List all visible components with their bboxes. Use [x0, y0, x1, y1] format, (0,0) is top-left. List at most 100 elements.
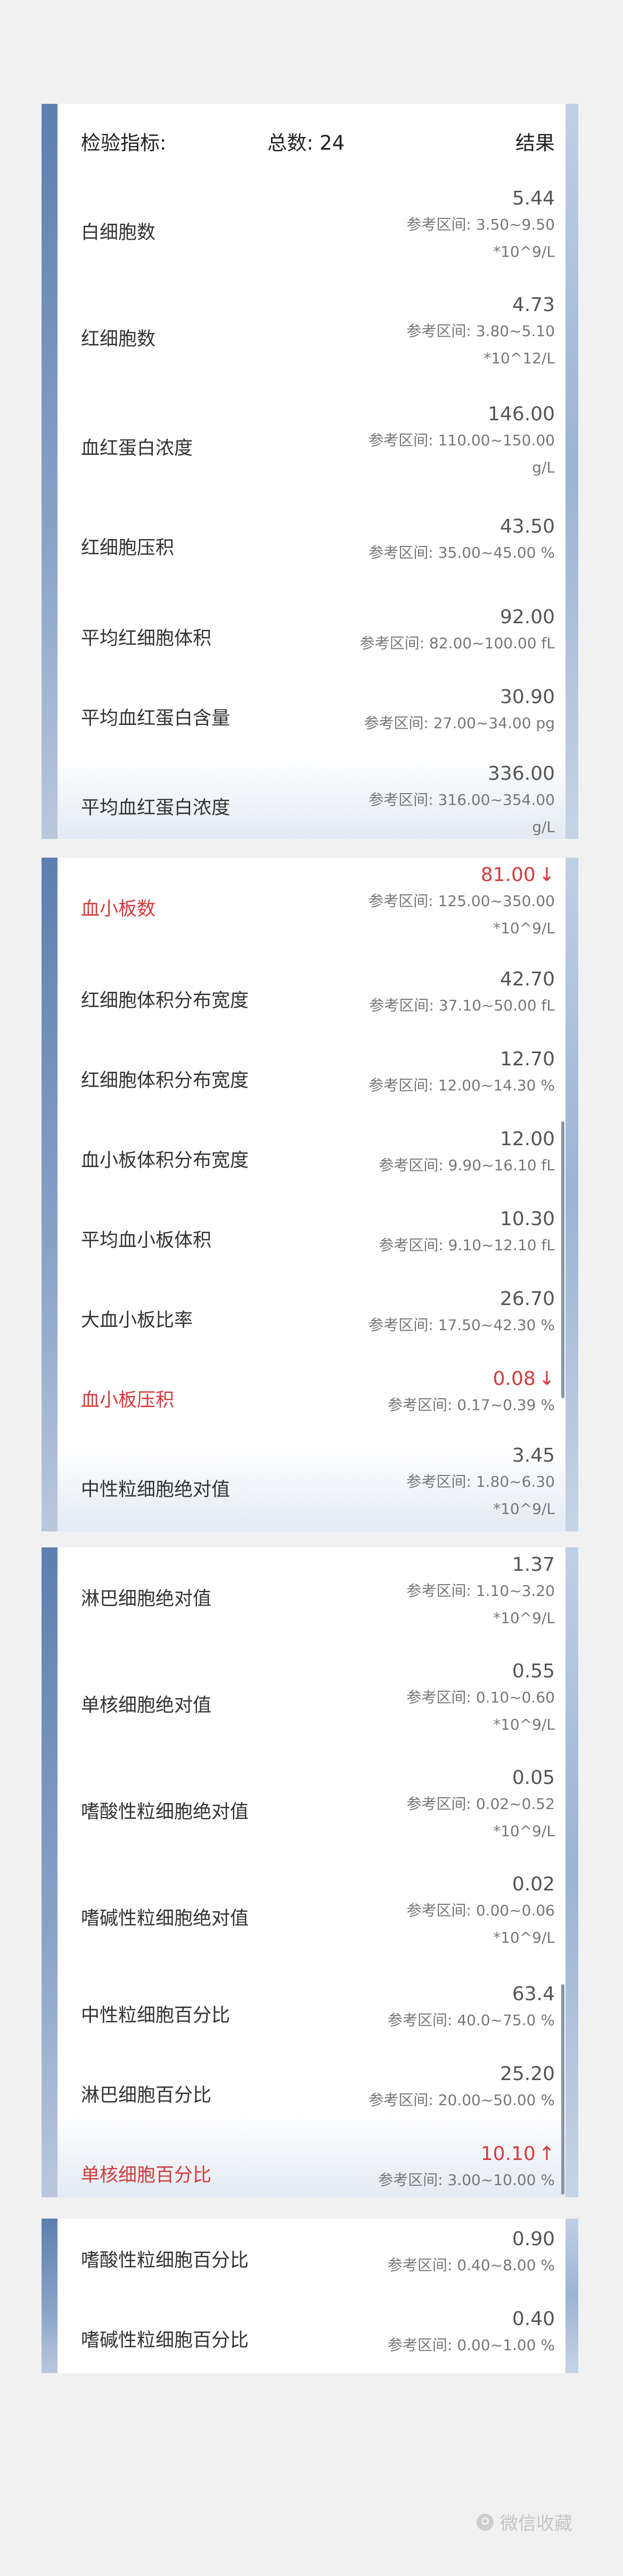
table-row[interactable]: 336.00 参考区间: 316.00~354.00 g/L 平均血红蛋白浓度 — [81, 756, 555, 839]
result-value-text: 12.00 — [499, 1128, 555, 1150]
indicator-name: 血小板体积分布宽度 — [81, 1150, 249, 1171]
table-row[interactable]: 1.37 参考区间: 1.10~3.20 *10^9/L 淋巴细胞绝对值 — [81, 1547, 555, 1654]
reference-range: 参考区间: 35.00~45.00 % — [368, 544, 555, 561]
table-row[interactable]: 0.55 参考区间: 0.10~0.60 *10^9/L 单核细胞绝对值 — [81, 1654, 555, 1760]
result-value-text: 43.50 — [499, 516, 555, 537]
result-header-label: 结果 — [515, 132, 555, 154]
result-value-text: 10.10 — [480, 2143, 536, 2165]
reference-range: 参考区间: 1.80~6.30 — [406, 1473, 555, 1490]
indicator-name: 嗜酸性粒细胞百分比 — [81, 2250, 249, 2271]
table-row[interactable]: 25.20 参考区间: 20.00~50.00 % 淋巴细胞百分比 — [81, 2053, 555, 2133]
unit-label: *10^9/L — [493, 1609, 555, 1627]
result-value-text: 30.90 — [499, 686, 555, 708]
result-value: 5.44 — [512, 188, 555, 209]
indicator-name: 红细胞数 — [81, 329, 156, 350]
table-row[interactable]: 3.45 参考区间: 1.80~6.30 *10^9/L 中性粒细胞绝对值 — [81, 1438, 555, 1531]
unit-label: *10^9/L — [493, 1929, 555, 1946]
reference-range: 参考区间: 17.50~42.30 % — [368, 1316, 555, 1334]
result-value: 10.10 ↑ — [481, 2143, 555, 2165]
result-value: 25.20 — [500, 2063, 555, 2085]
watermark-text: 微信收藏 — [500, 2513, 572, 2534]
table-row[interactable]: 42.70 参考区间: 37.10~50.00 fL 红细胞体积分布宽度 — [81, 959, 555, 1039]
result-value-text: 1.37 — [512, 1554, 555, 1576]
table-row[interactable]: 12.70 参考区间: 12.00~14.30 % 红细胞体积分布宽度 — [81, 1039, 555, 1119]
result-value-text: 26.70 — [499, 1288, 555, 1310]
table-row[interactable]: 5.44 参考区间: 3.50~9.50 *10^9/L 白细胞数 — [81, 181, 555, 288]
result-value-text: 4.73 — [512, 294, 555, 316]
indicator-name: 红细胞体积分布宽度 — [81, 990, 249, 1012]
unit-label: *10^12/L — [483, 349, 555, 367]
indicator-name: 红细胞压积 — [81, 537, 175, 559]
reference-range: 参考区间: 3.00~10.00 % — [378, 2171, 555, 2189]
result-value-text: 5.44 — [512, 188, 555, 209]
result-value: 0.02 — [512, 1873, 555, 1895]
result-value-text: 0.02 — [512, 1873, 555, 1895]
total-count-label: 总数: 24 — [267, 132, 345, 154]
reference-range: 参考区间: 0.02~0.52 — [406, 1795, 555, 1813]
result-value-text: 0.90 — [512, 2228, 555, 2250]
result-value: 336.00 — [488, 763, 555, 785]
result-value: 30.90 — [500, 686, 555, 708]
result-value: 43.50 — [500, 516, 555, 537]
table-row[interactable]: 10.30 参考区间: 9.10~12.10 fL 平均血小板体积 — [81, 1199, 555, 1278]
scroll-indicator[interactable] — [561, 1121, 564, 1398]
result-card-2: 81.00 ↓ 参考区间: 125.00~350.00 *10^9/L 血小板数 42.7… — [42, 858, 578, 1531]
indicator-name: 嗜碱性粒细胞百分比 — [81, 2330, 249, 2351]
result-value: 92.00 — [500, 606, 555, 628]
reference-range: 参考区间: 110.00~150.00 — [368, 431, 555, 449]
indicator-name: 大血小板比率 — [81, 1310, 193, 1331]
result-value: 4.73 — [512, 294, 555, 316]
unit-label: *10^9/L — [493, 919, 555, 937]
result-value-text: 3.45 — [512, 1445, 555, 1466]
indicator-name: 平均血红蛋白浓度 — [81, 797, 231, 819]
result-value: 63.4 — [512, 1983, 555, 2005]
table-row[interactable]: 92.00 参考区间: 82.00~100.00 fL 平均红细胞体积 — [81, 597, 555, 676]
table-row[interactable]: 12.00 参考区间: 9.90~16.10 fL 血小板体积分布宽度 — [81, 1119, 555, 1199]
table-row[interactable]: 0.05 参考区间: 0.02~0.52 *10^9/L 嗜酸性粒细胞绝对值 — [81, 1760, 555, 1867]
indicator-name: 血小板数 — [81, 899, 156, 920]
table-row[interactable]: 10.10 ↑ 参考区间: 3.00~10.00 % 单核细胞百分比 — [81, 2133, 555, 2197]
indicator-name: 红细胞体积分布宽度 — [81, 1070, 249, 1091]
table-row[interactable]: 4.73 参考区间: 3.80~5.10 *10^12/L 红细胞数 — [81, 288, 555, 397]
indicator-name: 平均血红蛋白含量 — [81, 708, 231, 729]
indicator-name: 平均血小板体积 — [81, 1230, 212, 1251]
result-value-text: 81.00 — [480, 864, 536, 886]
table-row[interactable]: 0.40 参考区间: 0.00~1.00 % 嗜碱性粒细胞百分比 — [81, 2298, 555, 2373]
reference-range: 参考区间: 20.00~50.00 % — [368, 2091, 555, 2109]
result-value: 26.70 — [500, 1288, 555, 1310]
reference-range: 参考区间: 125.00~350.00 — [368, 892, 555, 910]
result-value: 0.90 — [512, 2228, 555, 2250]
reference-range: 参考区间: 0.40~8.00 % — [388, 2256, 555, 2274]
table-row[interactable]: 0.90 参考区间: 0.40~8.00 % 嗜酸性粒细胞百分比 — [81, 2219, 555, 2298]
indicator-name: 平均红细胞体积 — [81, 628, 212, 649]
table-row[interactable]: 0.08 ↓ 参考区间: 0.17~0.39 % 血小板压积 — [81, 1358, 555, 1438]
indicator-name: 单核细胞绝对值 — [81, 1695, 212, 1716]
result-value: 0.08 ↓ — [493, 1368, 555, 1390]
scroll-indicator[interactable] — [561, 1984, 564, 2195]
reference-range: 参考区间: 1.10~3.20 — [406, 1582, 555, 1600]
result-value: 10.30 — [500, 1208, 555, 1230]
table-row[interactable]: 0.02 参考区间: 0.00~0.06 *10^9/L 嗜碱性粒细胞绝对值 — [81, 1867, 555, 1974]
table-row[interactable]: 26.70 参考区间: 17.50~42.30 % 大血小板比率 — [81, 1278, 555, 1358]
wechat-favorites-icon — [477, 2513, 494, 2531]
reference-range: 参考区间: 0.00~1.00 % — [388, 2336, 555, 2354]
table-row[interactable]: 63.4 参考区间: 40.0~75.0 % 中性粒细胞百分比 — [81, 1974, 555, 2053]
table-row[interactable]: 81.00 ↓ 参考区间: 125.00~350.00 *10^9/L 血小板数 — [81, 858, 555, 959]
result-card-1: 检验指标: 总数: 24 结果 5.44 参考区间: 3.50~9.50 *10^9… — [42, 104, 578, 839]
indicator-name: 白细胞数 — [81, 222, 156, 243]
reference-range: 参考区间: 37.10~50.00 fL — [369, 997, 555, 1014]
table-row[interactable]: 146.00 参考区间: 110.00~150.00 g/L 血红蛋白浓度 — [81, 397, 555, 506]
result-value: 0.55 — [512, 1660, 555, 1682]
reference-range: 参考区间: 9.10~12.10 fL — [379, 1236, 555, 1254]
result-value-text: 92.00 — [499, 606, 555, 628]
table-row[interactable]: 30.90 参考区间: 27.00~34.00 pg 平均血红蛋白含量 — [81, 676, 555, 756]
reference-range: 参考区间: 3.50~9.50 — [406, 216, 555, 233]
result-value-text: 12.70 — [499, 1048, 555, 1070]
reference-range: 参考区间: 0.17~0.39 % — [388, 1396, 555, 1414]
indicator-name: 淋巴细胞百分比 — [81, 2085, 212, 2106]
reference-range: 参考区间: 3.80~5.10 — [406, 322, 555, 340]
table-row[interactable]: 43.50 参考区间: 35.00~45.00 % 红细胞压积 — [81, 506, 555, 597]
indicator-name: 嗜碱性粒细胞绝对值 — [81, 1908, 249, 1929]
reference-range: 参考区间: 12.00~14.30 % — [368, 1077, 555, 1094]
result-value-text: 0.08 — [493, 1368, 536, 1390]
